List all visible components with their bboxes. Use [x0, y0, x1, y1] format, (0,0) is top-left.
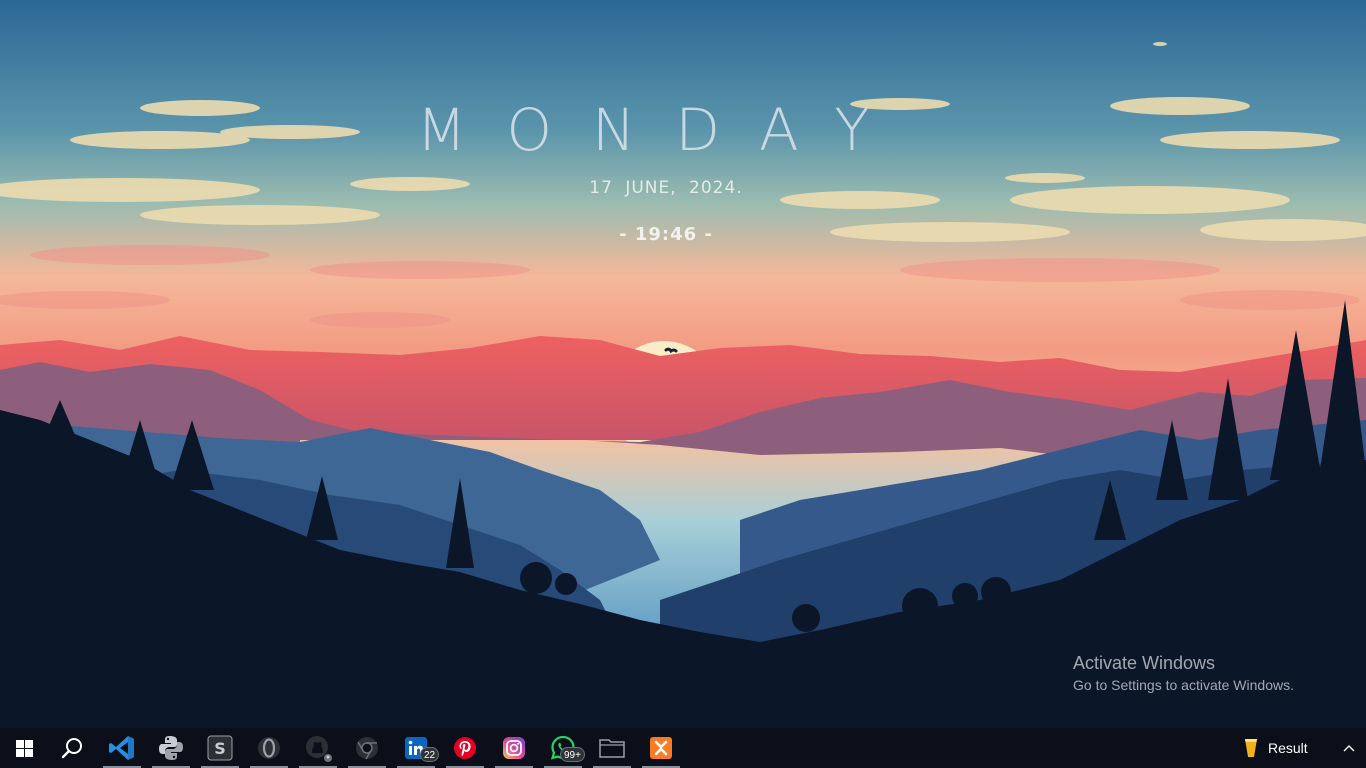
taskbar-app-pinterest[interactable] [441, 728, 489, 768]
desktop[interactable]: MONDAY 17 JUNE, 2024. - 19:46 - Activate… [0, 0, 1366, 728]
svg-text:S: S [214, 739, 226, 758]
taskbar-app-sublime-text[interactable]: S [196, 728, 244, 768]
taskbar-app-opera[interactable] [245, 728, 293, 768]
instagram-icon [503, 737, 525, 759]
activate-windows-watermark: Activate Windows Go to Settings to activ… [1073, 652, 1294, 695]
taskbar-app-whatsapp[interactable]: 99+ [539, 728, 587, 768]
beer-glass-icon [1245, 739, 1257, 757]
chrome-icon [356, 737, 378, 760]
linkedin-notification-badge: 22 [420, 747, 440, 762]
taskbar-app-python[interactable] [147, 728, 195, 768]
taskbar-app-linkedin[interactable]: 22 [392, 728, 440, 768]
sublime-text-icon: S [207, 735, 233, 761]
watermark-title: Activate Windows [1073, 653, 1216, 673]
weekday-heading: MONDAY [416, 96, 910, 164]
search-button[interactable] [48, 728, 96, 768]
taskbar-app-vscode[interactable] [98, 728, 146, 768]
python-icon [159, 736, 183, 760]
taskbar-app-xampp[interactable] [637, 728, 685, 768]
taskbar-app-instagram[interactable] [490, 728, 538, 768]
tray-app-label: Result [1268, 740, 1308, 756]
github-icon [306, 736, 332, 762]
vscode-icon [109, 736, 134, 760]
search-icon [61, 738, 82, 759]
opera-icon [258, 737, 280, 759]
windows-logo-icon [15, 739, 33, 757]
start-button[interactable] [0, 728, 48, 768]
watermark-subtitle: Go to Settings to activate Windows. [1073, 677, 1294, 693]
taskbar-app-chrome[interactable] [343, 728, 391, 768]
taskbar-app-file-explorer[interactable] [588, 728, 636, 768]
clock-time: - 19:46 - [619, 224, 713, 245]
xampp-icon [650, 737, 672, 759]
taskbar-app-github[interactable] [294, 728, 342, 768]
date-text: 17 JUNE, 2024. [589, 178, 743, 198]
tray-app-result[interactable]: Result [1244, 728, 1308, 768]
whatsapp-notification-badge: 99+ [560, 747, 585, 762]
folder-icon [599, 739, 625, 758]
chevron-up-icon [1343, 745, 1355, 752]
show-hidden-icons-button[interactable] [1338, 728, 1360, 768]
taskbar: S 22 99+ Result [0, 728, 1366, 768]
pinterest-icon [454, 737, 476, 759]
